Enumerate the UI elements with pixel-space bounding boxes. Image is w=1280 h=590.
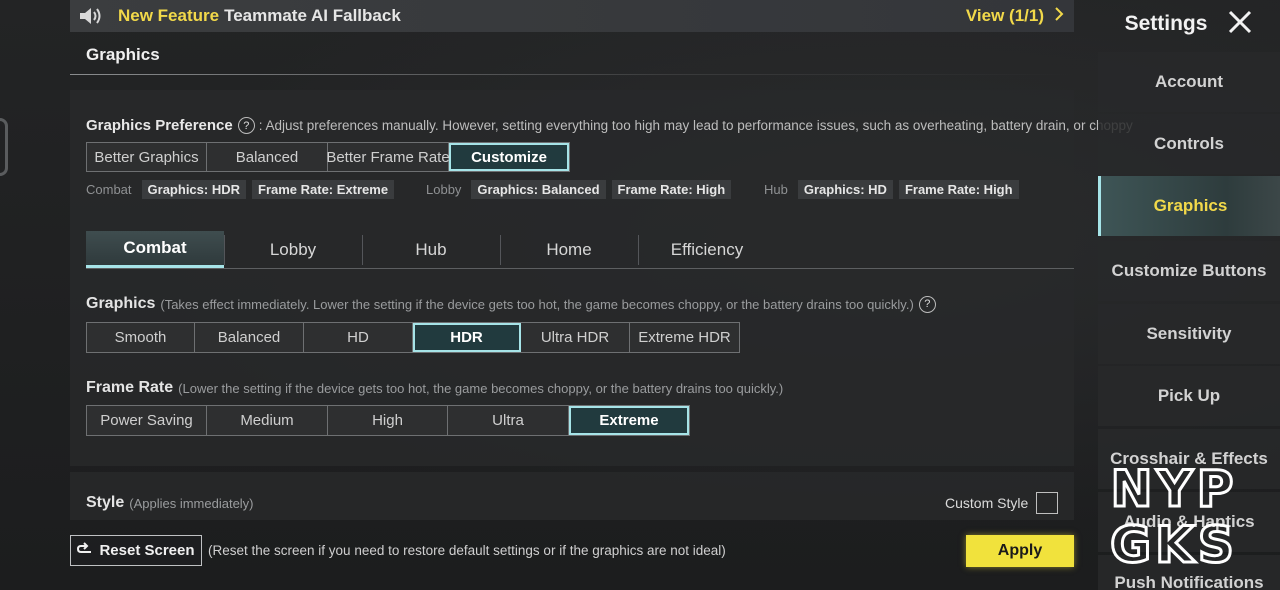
summary-frame-rate: Frame Rate: High <box>898 180 1019 199</box>
preference-option[interactable]: Balanced <box>207 143 328 171</box>
summary-lobby: Lobby Graphics: Balanced Frame Rate: Hig… <box>426 180 732 199</box>
graphics-preference-label: Graphics Preference <box>86 117 233 134</box>
summary-label: Hub <box>764 182 788 197</box>
frame-rate-label: Frame Rate <box>86 379 174 396</box>
summary-frame-rate: Frame Rate: Extreme <box>252 180 395 199</box>
section-title: Graphics <box>86 45 160 64</box>
frame-rate-selector: Power Saving Medium High Ultra Extreme <box>86 405 690 436</box>
graphics-option[interactable]: HD <box>304 323 413 352</box>
graphics-label: Graphics <box>86 295 156 312</box>
frame-rate-option-selected[interactable]: Extreme <box>569 406 689 435</box>
news-banner[interactable]: New Feature Teammate AI Fallback View (1… <box>70 0 1074 32</box>
sidebar-item-customize-buttons[interactable]: Customize Buttons <box>1098 241 1280 301</box>
close-icon[interactable] <box>1227 9 1253 40</box>
graphics-option[interactable]: Ultra HDR <box>521 323 630 352</box>
banner-text: Teammate AI Fallback <box>224 6 401 25</box>
summary-hub: Hub Graphics: HD Frame Rate: High <box>764 180 1019 199</box>
tab-home[interactable]: Home <box>500 231 638 268</box>
frame-rate-option[interactable]: Ultra <box>448 406 569 435</box>
summary-graphics: Graphics: HDR <box>141 180 246 199</box>
preference-selector: Better Graphics Balanced Better Frame Ra… <box>86 142 570 172</box>
left-edge-handle[interactable] <box>0 118 8 176</box>
graphics-preference-row: Graphics Preference ? : Adjust preferenc… <box>86 117 1133 134</box>
help-icon[interactable]: ? <box>237 117 255 134</box>
style-label: Style <box>86 494 125 511</box>
custom-style-checkbox[interactable] <box>1036 492 1059 514</box>
graphics-option[interactable]: Smooth <box>87 323 195 352</box>
preference-option-selected[interactable]: Customize <box>449 143 569 171</box>
help-icon[interactable]: ? <box>918 295 936 313</box>
sidebar-header: Settings <box>1098 0 1280 48</box>
reset-screen-label: Reset Screen <box>99 542 195 559</box>
sidebar-item-graphics[interactable]: Graphics <box>1098 176 1280 236</box>
summary-graphics: Graphics: Balanced <box>471 180 606 199</box>
chevron-right-icon <box>1054 6 1064 27</box>
svg-text:NYP: NYP <box>1111 460 1238 518</box>
reset-screen-button[interactable]: Reset Screen <box>70 535 202 566</box>
frame-rate-option[interactable]: Medium <box>207 406 328 435</box>
graphics-preference-description: : Adjust preferences manually. However, … <box>258 118 1133 133</box>
view-link[interactable]: View (1/1) <box>966 6 1064 27</box>
graphics-selector: Smooth Balanced HD HDR Ultra HDR Extreme… <box>86 322 740 353</box>
graphics-label-row: Graphics (Takes effect immediately. Lowe… <box>86 295 940 313</box>
summary-graphics: Graphics: HD <box>797 180 893 199</box>
summary-frame-rate: Frame Rate: High <box>611 180 732 199</box>
summary-label: Combat <box>86 182 132 197</box>
frame-rate-option[interactable]: High <box>328 406 448 435</box>
custom-style-label: Custom Style <box>945 495 1029 511</box>
tab-combat[interactable]: Combat <box>86 231 224 268</box>
summary-combat: Combat Graphics: HDR Frame Rate: Extreme <box>86 180 395 199</box>
sidebar-item-account[interactable]: Account <box>1098 52 1280 112</box>
speaker-icon <box>78 5 108 27</box>
frame-rate-option[interactable]: Power Saving <box>87 406 207 435</box>
tab-efficiency[interactable]: Efficiency <box>638 231 776 268</box>
reset-icon <box>77 541 93 560</box>
graphics-option[interactable]: Extreme HDR <box>630 323 739 352</box>
style-sublabel: (Applies immediately) <box>129 495 254 511</box>
custom-style-toggle[interactable]: Custom Style <box>945 492 1059 514</box>
apply-button[interactable]: Apply <box>966 535 1074 567</box>
preference-option[interactable]: Better Frame Rate <box>326 143 450 171</box>
watermark-logo: NYP GKS <box>1109 459 1238 571</box>
banner-highlight: New Feature <box>118 6 220 25</box>
graphics-option[interactable]: Balanced <box>195 323 304 352</box>
tab-hub[interactable]: Hub <box>362 231 500 268</box>
summary-label: Lobby <box>426 182 462 197</box>
graphics-sublabel: (Takes effect immediately. Lower the set… <box>160 296 914 312</box>
reset-note: (Reset the screen if you need to restore… <box>208 543 726 558</box>
sidebar-item-sensitivity[interactable]: Sensitivity <box>1098 304 1280 364</box>
sidebar-item-pick-up[interactable]: Pick Up <box>1098 366 1280 426</box>
mode-tabs: Combat Lobby Hub Home Efficiency <box>86 231 1074 269</box>
style-label-row: Style (Applies immediately) <box>86 494 254 512</box>
divider <box>70 74 1074 75</box>
settings-title: Settings <box>1124 12 1208 35</box>
frame-rate-label-row: Frame Rate (Lower the setting if the dev… <box>86 379 783 397</box>
svg-text:GKS: GKS <box>1110 516 1238 570</box>
tab-lobby[interactable]: Lobby <box>224 231 362 268</box>
frame-rate-sublabel: (Lower the setting if the device gets to… <box>178 380 784 396</box>
graphics-option-selected[interactable]: HDR <box>413 323 521 352</box>
view-label: View (1/1) <box>965 6 1044 25</box>
sidebar-item-controls[interactable]: Controls <box>1098 114 1280 174</box>
preference-option[interactable]: Better Graphics <box>87 143 207 171</box>
